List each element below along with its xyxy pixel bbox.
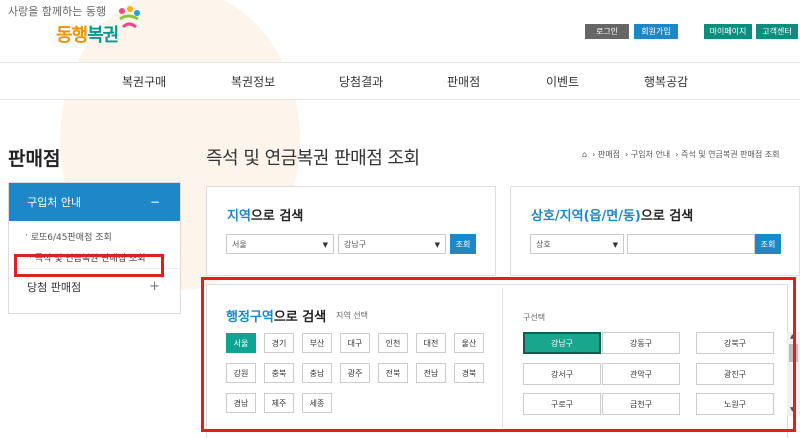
signup-button[interactable]: 회원가입 [634, 24, 678, 39]
sidebar-item-lotto-stores-label: 로또6/45판매점 조회 [30, 232, 112, 243]
nav-item-buy[interactable]: 복권구매 [122, 73, 166, 90]
nav-item-info[interactable]: 복권정보 [231, 73, 275, 90]
collapse-icon: − [149, 195, 160, 209]
nav-item-results[interactable]: 당첨결과 [339, 73, 383, 90]
region-search-title-highlight: 지역 [227, 209, 251, 224]
highlight-box-admin-search [201, 277, 796, 432]
top-bar: 사랑을 함께하는 동행 동행복권 로그인 회원가입 마이페이지 고객센터 [0, 0, 800, 62]
main-nav: 복권구매 복권정보 당첨결과 판매점 이벤트 행복공감 [0, 62, 800, 100]
logo-brand-part1: 동행 [56, 25, 88, 46]
region-search-panel: 지역으로 검색 서울 ▼ 강남구 ▼ 조회 [206, 186, 496, 276]
sidebar-group-winning-stores-label: 당첨 판매점 [27, 281, 82, 294]
name-search-button[interactable]: 조회 [755, 234, 781, 254]
page: 사랑을 함께하는 동행 동행복권 로그인 회원가입 마이페이지 고객센터 복권구… [0, 0, 800, 438]
region-search-button[interactable]: 조회 [450, 234, 476, 254]
name-search-title: 상호/지역(읍/면/동)으로 검색 [531, 205, 693, 224]
city-select-value: 서울 [232, 239, 247, 249]
search-type-caret-icon: ▼ [612, 241, 618, 249]
home-icon[interactable]: ⌂ [582, 150, 587, 159]
name-search-title-highlight: 상호/지역(읍/면/동) [531, 209, 641, 224]
logo-brand: 동행복권 [56, 21, 119, 47]
sidebar-item-lotto-stores[interactable]: · 로또6/45판매점 조회 [9, 225, 180, 247]
nav-item-happiness[interactable]: 행복공감 [644, 73, 688, 90]
expand-icon: + [149, 279, 160, 294]
breadcrumb-item-current: 즉석 및 연금복권 판매점 조회 [681, 150, 780, 159]
nav-item-events[interactable]: 이벤트 [546, 73, 579, 90]
district-select-value: 강남구 [344, 239, 367, 249]
logo-brand-part2: 복권 [87, 25, 119, 46]
name-search-input[interactable] [627, 234, 755, 254]
district-select-caret-icon: ▼ [434, 241, 440, 249]
district-select[interactable]: 강남구 ▼ [338, 234, 446, 254]
search-type-select-value: 상호 [536, 239, 551, 249]
name-search-title-rest: 으로 검색 [640, 209, 694, 224]
sidebar-group-purchase[interactable]: 구입처 안내 − [9, 183, 180, 221]
page-title: 즉석 및 연금복권 판매점 조회 [206, 148, 420, 169]
region-search-title: 지역으로 검색 [227, 205, 303, 224]
mypage-button[interactable]: 마이페이지 [704, 24, 752, 39]
name-search-panel: 상호/지역(읍/면/동)으로 검색 상호 ▼ 조회 [510, 186, 800, 276]
login-button[interactable]: 로그인 [585, 24, 629, 39]
sidebar: 구입처 안내 − · 로또6/45판매점 조회 · 즉석 및 연금복권 판매점 … [8, 182, 181, 314]
search-type-select[interactable]: 상호 ▼ [530, 234, 624, 254]
logo[interactable]: 사랑을 함께하는 동행 동행복권 [8, 3, 140, 46]
sidebar-group-purchase-label: 구입처 안내 [27, 196, 82, 209]
logo-tagline: 사랑을 함께하는 동행 [8, 5, 107, 18]
breadcrumb: ⌂ › 판매점 › 구입처 안내 › 즉석 및 연금복권 판매점 조회 [582, 150, 780, 159]
city-select[interactable]: 서울 ▼ [226, 234, 334, 254]
highlight-box-sidebar [14, 254, 164, 277]
breadcrumb-item-stores[interactable]: 판매점 [598, 150, 620, 159]
nav-item-stores[interactable]: 판매점 [447, 73, 480, 90]
customer-center-button[interactable]: 고객센터 [756, 24, 798, 39]
region-search-title-rest: 으로 검색 [250, 209, 304, 224]
sidebar-title: 판매점 [8, 148, 61, 170]
city-select-caret-icon: ▼ [322, 241, 328, 249]
logo-mark-icon [119, 6, 140, 29]
breadcrumb-item-purchase[interactable]: 구입처 안내 [631, 150, 670, 159]
